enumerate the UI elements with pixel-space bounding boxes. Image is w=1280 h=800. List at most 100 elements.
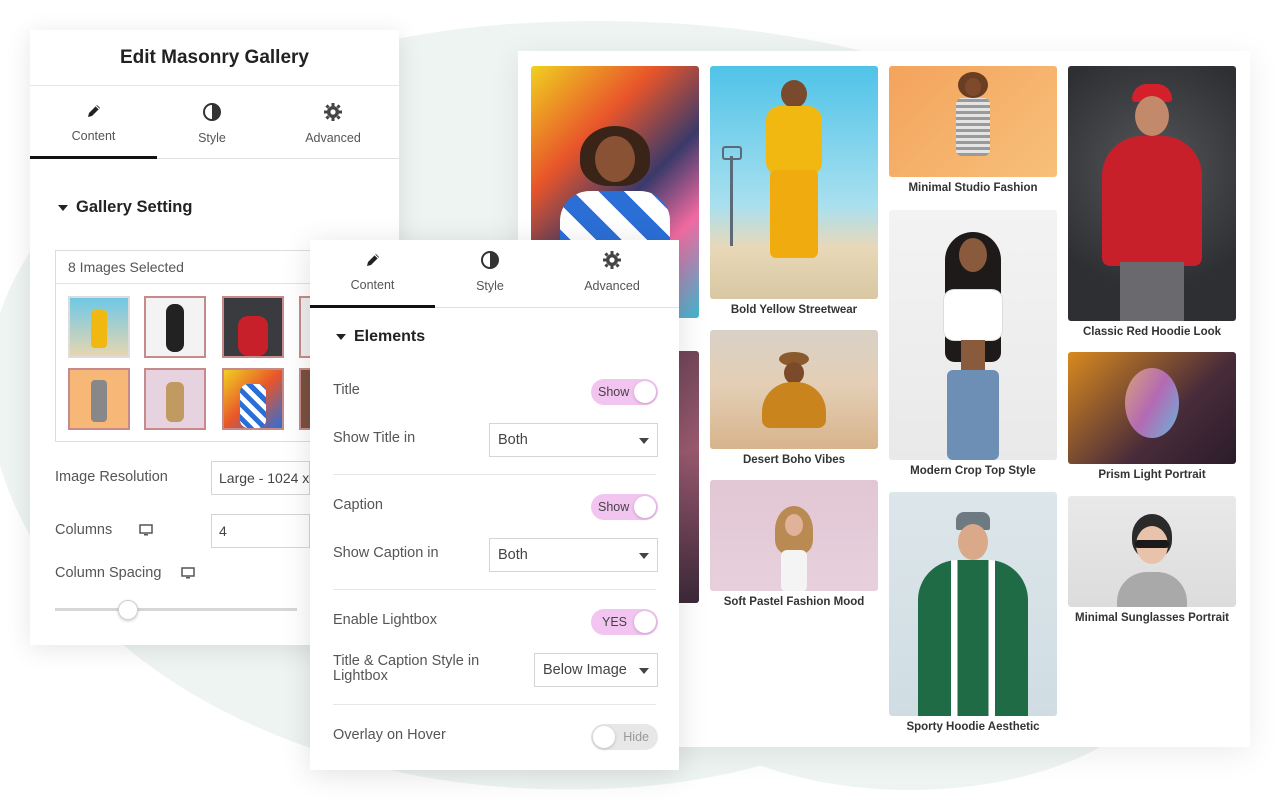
elements-panel: Content Style Advanced Elements Title Sh… [310,240,679,770]
gallery-caption: Desert Boho Vibes [742,454,846,466]
contrast-icon [481,251,499,269]
caret-down-icon [58,204,68,211]
show-title-in-select[interactable]: Both [489,423,658,457]
gallery-item[interactable]: Minimal Studio Fashion [889,66,1057,194]
chevron-down-icon [639,438,649,444]
tab-label: Content [350,278,395,292]
gear-icon [603,251,621,269]
tab-label: Advanced [305,131,361,145]
gallery-image[interactable] [710,480,878,591]
pencil-icon [87,105,100,117]
tab-style[interactable]: Style [435,240,545,307]
gallery-image[interactable] [1068,496,1236,607]
contrast-icon [203,103,221,121]
lightbox-style-label: Title & Caption Style in Lightbox [333,653,480,684]
gallery-image[interactable] [710,330,878,449]
gallery-image[interactable] [1068,352,1236,464]
thumbnail[interactable] [222,296,284,358]
gallery-item[interactable]: Minimal Sunglasses Portrait [1068,496,1236,624]
panel-title: Edit Masonry Gallery [119,46,309,68]
tab-style[interactable]: Style [157,86,267,158]
lightbox-style-select[interactable]: Below Image [534,653,658,687]
gallery-item[interactable]: Modern Crop Top Style [889,210,1057,477]
gallery-caption: Minimal Sunglasses Portrait [1074,612,1229,624]
gallery-item[interactable]: Bold Yellow Streetwear [710,66,878,316]
section-title: Elements [354,328,426,345]
desktop-icon [181,567,196,579]
desktop-icon [139,524,153,536]
toggle-knob [634,381,656,403]
title-toggle[interactable]: Show [591,379,658,405]
show-caption-in-label: Show Caption in [333,545,439,561]
caption-toggle[interactable]: Show [591,494,658,520]
tab-label: Style [476,279,504,293]
show-title-in-label: Show Title in [333,430,416,446]
gallery-caption: Minimal Studio Fashion [908,182,1038,194]
stage: Bold Yellow Streetwear Desert Boho Vibes… [0,0,1280,800]
image-resolution-label: Image Resolution [55,469,168,485]
gallery-image[interactable] [1068,66,1236,321]
column-spacing-slider[interactable] [55,608,297,611]
toggle-text: Show [598,385,630,399]
gallery-caption: Soft Pastel Fashion Mood [723,596,865,608]
divider [333,589,656,590]
toggle-text: Show [598,500,630,514]
divider [333,704,656,705]
caret-down-icon [336,334,346,340]
toggle-text: YES [602,615,628,629]
gallery-caption: Prism Light Portrait [1098,469,1206,481]
tab-content[interactable]: Content [30,86,157,159]
toggle-knob [634,611,656,633]
enable-lightbox-label: Enable Lightbox [333,612,437,628]
thumbnail[interactable] [222,368,284,430]
tab-advanced[interactable]: Advanced [545,240,679,307]
tab-label: Content [71,129,116,143]
thumbnail[interactable] [68,296,130,358]
image-resolution-select[interactable]: Large - 1024 x [211,461,310,495]
lightbox-toggle[interactable]: YES [591,609,658,635]
gallery-caption: Modern Crop Top Style [910,465,1036,477]
overlay-on-hover-label: Overlay on Hover [333,727,446,743]
gallery-item[interactable]: Sporty Hoodie Aesthetic [889,492,1057,733]
tab-content[interactable]: Content [310,240,435,308]
overlay-toggle[interactable]: Hide [591,724,658,750]
section-elements[interactable]: Elements [336,328,425,346]
columns-label: Columns [55,522,153,538]
thumbnail[interactable] [144,296,206,358]
select-value: Both [498,432,528,448]
gallery-image[interactable] [710,66,878,299]
thumbnail[interactable] [144,368,206,430]
section-gallery-setting[interactable]: Gallery Setting [58,198,192,217]
gallery-image[interactable] [889,210,1057,460]
gallery-item[interactable]: Prism Light Portrait [1068,352,1236,481]
chevron-down-icon [639,553,649,559]
gallery-image[interactable] [889,66,1057,177]
toggle-knob [634,496,656,518]
panel-tabs: Content Style Advanced [30,86,399,159]
tab-label: Advanced [584,279,640,293]
columns-input[interactable]: 4 [211,514,310,548]
title-label: Title [333,382,360,398]
gallery-item[interactable]: Desert Boho Vibes [710,330,878,466]
gallery-image[interactable] [889,492,1057,716]
thumbnail[interactable] [68,368,130,430]
gallery-caption: Bold Yellow Streetwear [730,304,858,316]
gallery-item[interactable]: Classic Red Hoodie Look [1068,66,1236,338]
gallery-item[interactable]: Soft Pastel Fashion Mood [710,480,878,608]
gallery-caption: Classic Red Hoodie Look [1082,326,1222,338]
gallery-caption: Sporty Hoodie Aesthetic [906,721,1040,733]
select-value: Below Image [543,662,627,678]
section-title: Gallery Setting [76,198,193,216]
toggle-text: Hide [623,730,649,744]
gear-icon [324,103,342,121]
pencil-icon [366,254,379,266]
tab-advanced[interactable]: Advanced [267,86,399,158]
tab-label: Style [198,131,226,145]
toggle-knob [593,726,615,748]
chevron-down-icon [639,668,649,674]
column-spacing-label: Column Spacing [55,565,196,581]
select-value: Both [498,547,528,563]
slider-handle[interactable] [117,600,138,620]
panel-header: Edit Masonry Gallery [30,30,399,86]
show-caption-in-select[interactable]: Both [489,538,658,572]
